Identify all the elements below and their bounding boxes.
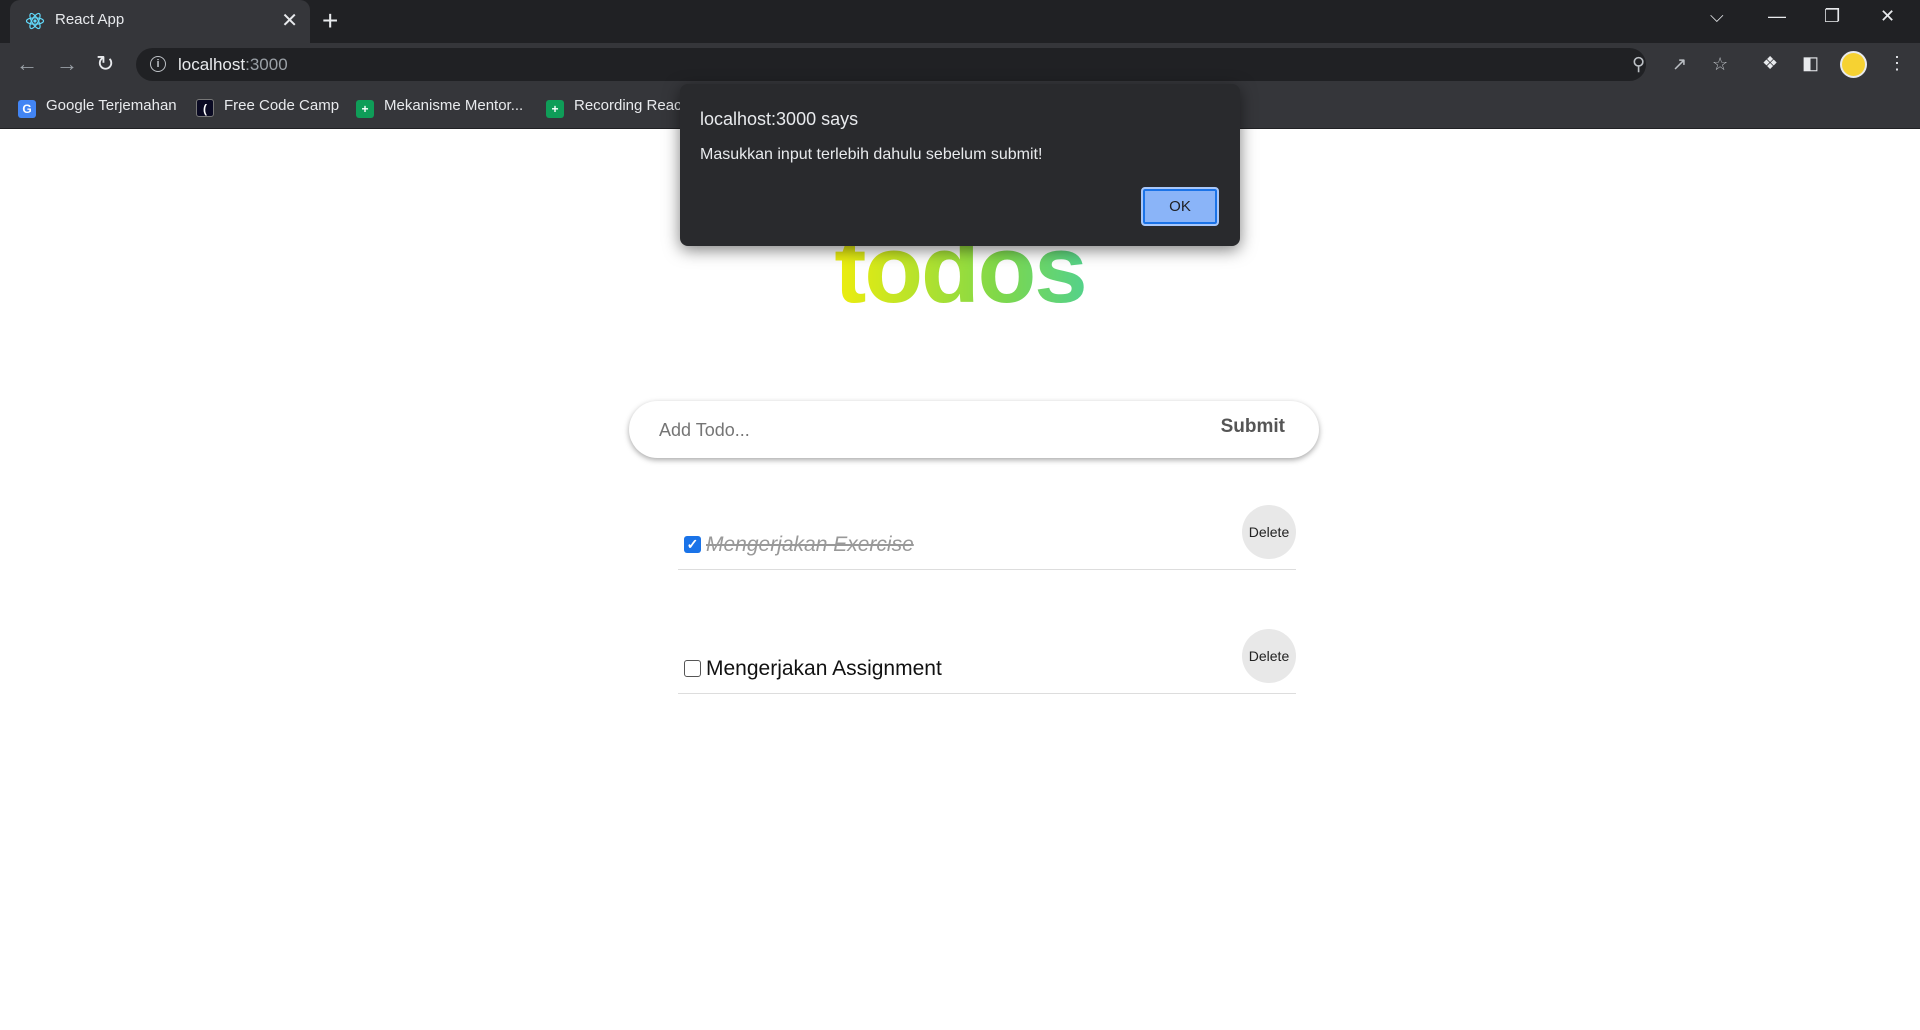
delete-button[interactable]: Delete xyxy=(1242,505,1296,559)
todo-text: Mengerjakan Exercise xyxy=(706,533,914,556)
bookmark-free-code-camp[interactable]: ( Free Code Camp xyxy=(196,97,339,117)
bookmark-label: Google Terjemahan xyxy=(46,97,177,114)
bookmark-google-terjemahan[interactable]: G Google Terjemahan xyxy=(18,97,177,118)
todo-checkbox[interactable] xyxy=(684,660,701,677)
close-window-icon[interactable]: ✕ xyxy=(1880,6,1895,27)
alert-dialog: localhost:3000 says Masukkan input terle… xyxy=(680,84,1240,246)
google-sheets-icon: + xyxy=(356,100,374,118)
url-port: :3000 xyxy=(245,55,288,74)
browser-toolbar: ← → ↻ i localhost:3000 ⚲ ↗ ☆ ❖ ◧ ⋮ xyxy=(0,43,1920,86)
tab-title: React App xyxy=(55,11,125,28)
share-icon[interactable]: ↗ xyxy=(1672,54,1687,75)
todo-text: Mengerjakan Assignment xyxy=(706,657,942,680)
delete-button[interactable]: Delete xyxy=(1242,629,1296,683)
todo-checkbox-checked[interactable]: ✓ xyxy=(684,536,701,553)
side-panel-icon[interactable]: ◧ xyxy=(1802,53,1819,74)
google-sheets-icon: + xyxy=(546,100,564,118)
react-logo-icon xyxy=(25,12,45,30)
extensions-puzzle-icon[interactable]: ❖ xyxy=(1762,53,1778,74)
browser-tab[interactable]: React App ✕ xyxy=(10,0,310,43)
browser-tab-bar: React App ✕ + ⌵ — ❐ ✕ xyxy=(0,0,1920,43)
bookmark-label: Free Code Camp xyxy=(224,97,340,114)
back-arrow-icon[interactable]: ← xyxy=(16,51,38,77)
todo-form: Submit xyxy=(629,401,1319,458)
bookmark-label: Mekanisme Mentor... xyxy=(384,97,524,114)
menu-kebab-icon[interactable]: ⋮ xyxy=(1888,53,1906,74)
profile-avatar[interactable] xyxy=(1840,51,1867,78)
submit-button[interactable]: Submit xyxy=(1221,416,1285,438)
ok-button[interactable]: OK xyxy=(1141,187,1219,226)
todo-item: ✓ Mengerjakan Exercise Delete xyxy=(678,505,1296,570)
bookmark-recording-react[interactable]: + Recording Reac xyxy=(546,97,682,118)
tab-search-dropdown-icon[interactable]: ⌵ xyxy=(1710,6,1724,27)
freecodecamp-icon: ( xyxy=(196,99,214,117)
bookmark-label: Recording Reac xyxy=(574,97,682,114)
site-info-icon[interactable]: i xyxy=(150,56,166,72)
zoom-icon[interactable]: ⚲ xyxy=(1632,54,1645,75)
dialog-title: localhost:3000 says xyxy=(700,109,859,129)
dialog-message: Masukkan input terlebih dahulu sebelum s… xyxy=(700,146,1043,163)
minimize-window-icon[interactable]: — xyxy=(1768,6,1786,27)
add-todo-input[interactable] xyxy=(657,415,1181,445)
bookmark-mekanisme-mentor[interactable]: + Mekanisme Mentor... xyxy=(356,97,523,118)
new-tab-icon[interactable]: + xyxy=(322,6,338,36)
reload-icon[interactable]: ↻ xyxy=(96,51,114,77)
url-text: localhost:3000 xyxy=(178,55,288,75)
restore-window-icon[interactable]: ❐ xyxy=(1824,6,1840,27)
forward-arrow-icon[interactable]: → xyxy=(56,51,78,77)
tab-close-icon[interactable]: ✕ xyxy=(281,9,298,33)
google-translate-icon: G xyxy=(18,100,36,118)
todo-item: Mengerjakan Assignment Delete xyxy=(678,629,1296,694)
bookmark-star-icon[interactable]: ☆ xyxy=(1712,54,1728,75)
address-bar[interactable]: i localhost:3000 ⚲ ↗ ☆ xyxy=(136,48,1728,81)
url-host: localhost xyxy=(178,55,246,74)
